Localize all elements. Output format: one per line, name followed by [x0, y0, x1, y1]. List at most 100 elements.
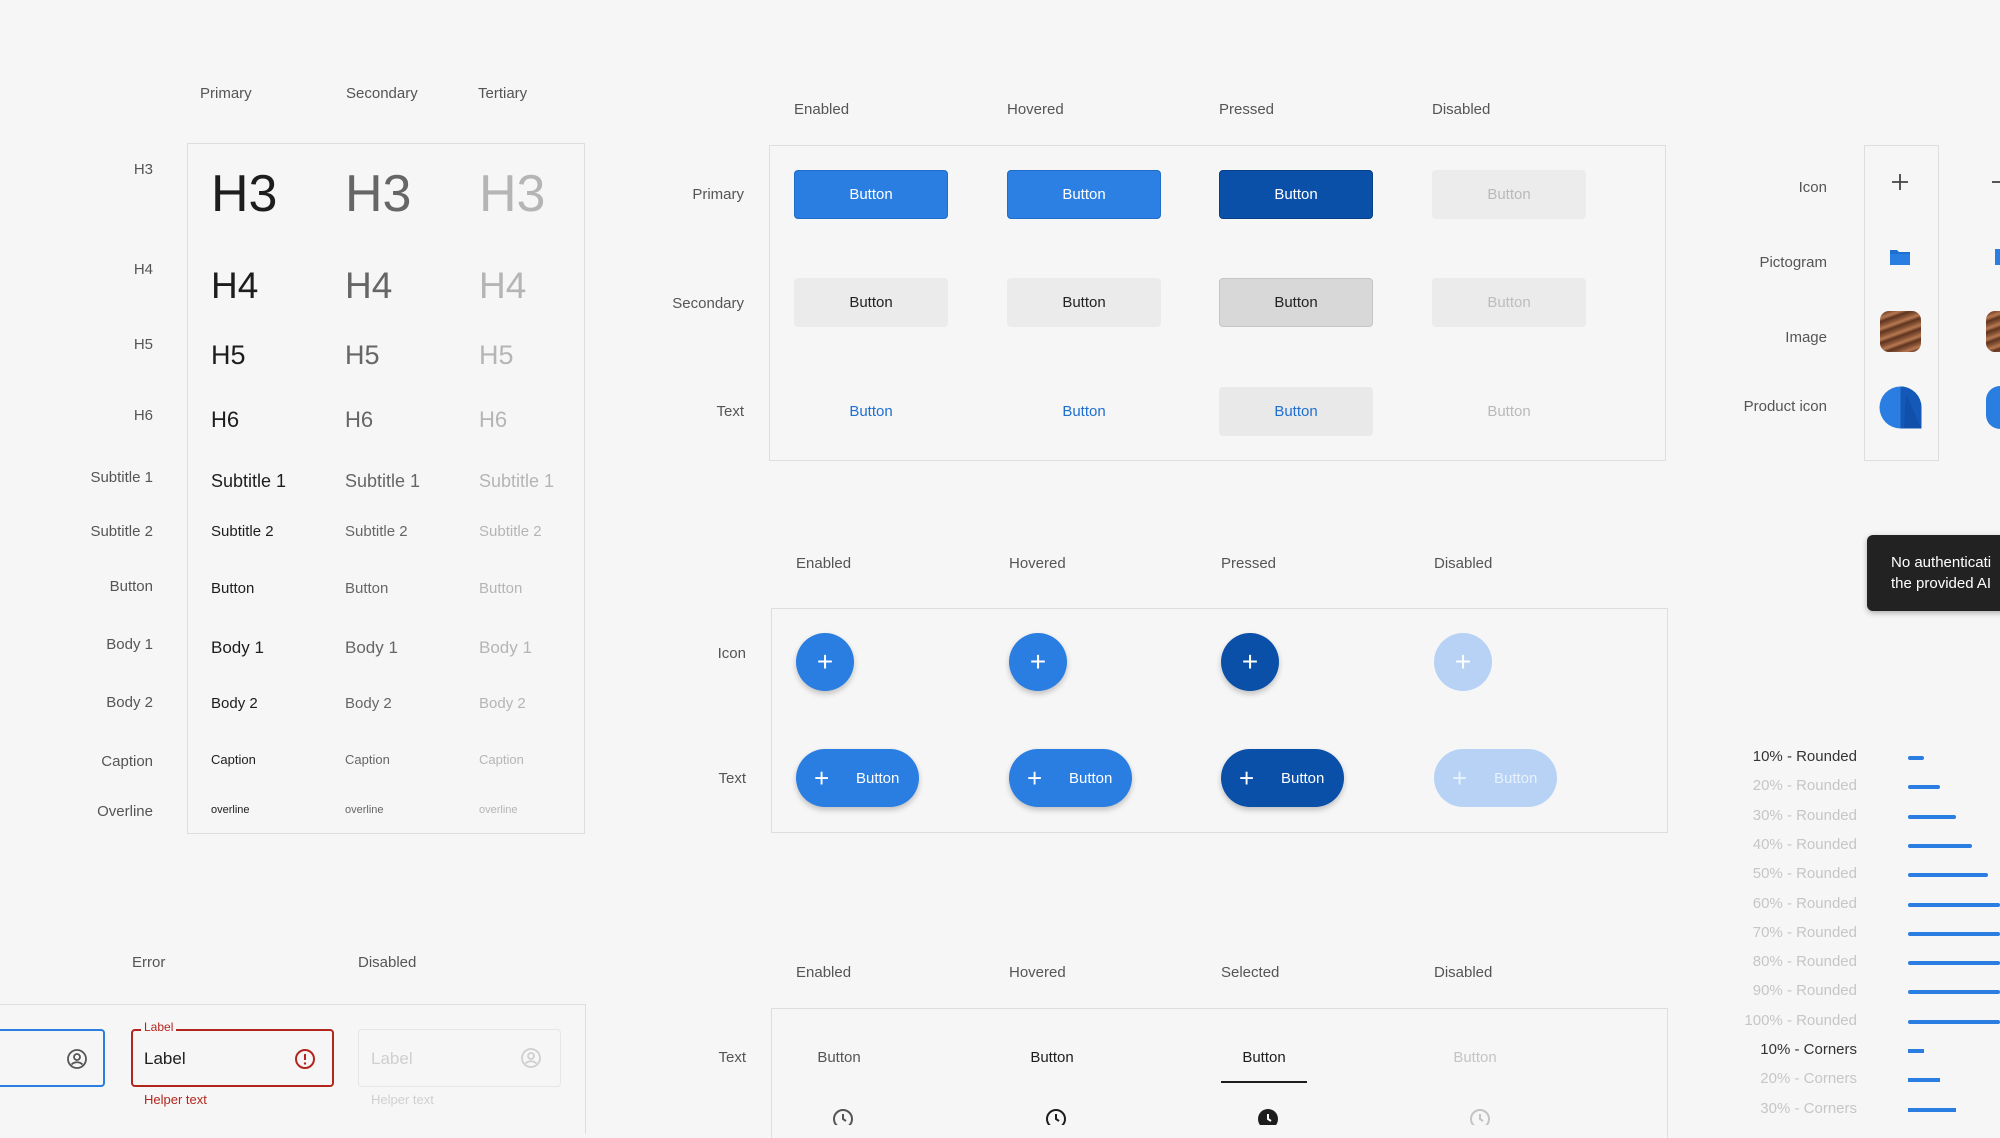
secondary-button-pressed[interactable]: Button: [1219, 278, 1373, 327]
fab-state-disabled: Disabled: [1434, 555, 1493, 572]
progress-bar: [1908, 1107, 1956, 1112]
icon-row-product-icon: Product icon: [1743, 398, 1827, 415]
field-state-error: Error: [132, 954, 166, 971]
text-field-error[interactable]: Label Label: [131, 1020, 334, 1087]
sample-caption-secondary: Caption: [345, 752, 390, 767]
sample-h3-primary: H3: [211, 165, 278, 223]
plus-icon: [1892, 174, 1908, 190]
extended-fab-label: Button: [1069, 769, 1113, 787]
text-button-pressed[interactable]: Button: [1219, 387, 1373, 436]
primary-button-enabled[interactable]: Button: [794, 170, 948, 219]
row-label-subtitle1: Subtitle 1: [90, 469, 153, 486]
clock-icon: [833, 1109, 853, 1125]
sample-caption-tertiary: Caption: [479, 752, 524, 767]
sample-button-primary: Button: [211, 580, 255, 597]
progress-bar: [1908, 902, 2000, 907]
text-field-disabled-helper: Helper text: [371, 1092, 434, 1107]
secondary-button-enabled[interactable]: Button: [794, 278, 948, 327]
error-icon: [295, 1049, 315, 1069]
extended-fab-hovered[interactable]: + Button: [1009, 749, 1132, 807]
sample-h5-tertiary: H5: [479, 340, 514, 370]
progress-label: 80% - Rounded: [1752, 953, 1857, 971]
progress-bar: [1908, 961, 2000, 966]
fab-enabled[interactable]: +: [796, 633, 854, 691]
extended-fab-disabled: + Button: [1434, 749, 1557, 807]
btn-state-enabled: Enabled: [794, 101, 850, 118]
progress-bar: [1908, 873, 1988, 878]
primary-button-hovered[interactable]: Button: [1007, 170, 1161, 219]
tab-selected[interactable]: Button: [1219, 1049, 1309, 1066]
sample-subtitle1-primary: Subtitle 1: [211, 471, 287, 491]
plus-icon: +: [1029, 646, 1047, 677]
row-label-h3: H3: [133, 161, 153, 178]
progress-bar: [1908, 931, 2000, 936]
extended-fab-enabled[interactable]: + Button: [796, 749, 919, 807]
text-button-enabled[interactable]: Button: [794, 387, 948, 436]
progress-bar: [1908, 814, 1956, 819]
sample-body2-primary: Body 2: [211, 695, 258, 712]
fab-row-icon: Icon: [717, 645, 746, 662]
sample-subtitle1-secondary: Subtitle 1: [345, 471, 421, 491]
plus-icon: +: [814, 763, 830, 793]
progress-label: 20% - Rounded: [1752, 777, 1857, 795]
row-label-h4: H4: [133, 261, 153, 278]
tab-selected-indicator: [1221, 1081, 1307, 1083]
fab-state-hovered: Hovered: [1009, 555, 1066, 572]
sample-overline-primary: overline: [211, 804, 250, 816]
plus-icon: +: [816, 646, 834, 677]
progress-bar: [1908, 990, 2000, 995]
icon-row-pictogram: Pictogram: [1759, 254, 1827, 271]
folder-pictogram-icon: [1890, 250, 1910, 265]
sample-h4-secondary: H4: [345, 265, 393, 306]
col-header-secondary: Secondary: [346, 85, 418, 102]
plus-icon: +: [1241, 646, 1259, 677]
tab-state-selected: Selected: [1221, 964, 1280, 981]
clock-icon: [1470, 1109, 1490, 1125]
tooltip: No authenticati the provided AI: [1867, 535, 2000, 611]
product-icon: [1986, 386, 2000, 429]
tab-hovered[interactable]: Button: [1007, 1049, 1097, 1066]
row-label-caption: Caption: [101, 753, 153, 770]
plus-icon: +: [1239, 763, 1255, 793]
fab-pressed[interactable]: +: [1221, 633, 1279, 691]
fab-hovered[interactable]: +: [1009, 633, 1067, 691]
tab-enabled[interactable]: Button: [794, 1049, 884, 1066]
sample-h3-tertiary: H3: [479, 165, 546, 223]
sample-h6-secondary: H6: [345, 407, 374, 432]
tab-state-disabled: Disabled: [1434, 964, 1493, 981]
sample-overline-tertiary: overline: [479, 804, 518, 816]
text-field-error-helper: Helper text: [144, 1092, 207, 1107]
sample-caption-primary: Caption: [211, 752, 256, 767]
row-label-h6: H6: [133, 407, 153, 424]
progress-label: 90% - Rounded: [1752, 982, 1857, 1000]
secondary-button-hovered[interactable]: Button: [1007, 278, 1161, 327]
row-label-button: Button: [109, 578, 153, 595]
wood-image: [1986, 311, 2000, 352]
sample-body1-tertiary: Body 1: [479, 638, 532, 657]
primary-button-pressed[interactable]: Button: [1219, 170, 1373, 219]
text-field-error-label: Label: [141, 1020, 177, 1034]
progress-label: 10% - Rounded: [1752, 748, 1857, 765]
sample-subtitle2-primary: Subtitle 2: [211, 523, 274, 540]
extended-fab-pressed[interactable]: + Button: [1221, 749, 1344, 807]
secondary-button-disabled: Button: [1432, 278, 1586, 327]
sample-body1-secondary: Body 1: [345, 638, 398, 657]
text-button-disabled: Button: [1487, 403, 1531, 420]
sample-subtitle2-secondary: Subtitle 2: [345, 523, 408, 540]
progress-label: 30% - Corners: [1760, 1099, 1857, 1117]
progress-bar: [1908, 1078, 1940, 1083]
text-field-error-value: Label: [144, 1049, 186, 1068]
sample-h4-primary: H4: [211, 265, 259, 306]
text-button-hovered[interactable]: Button: [1007, 387, 1161, 436]
sample-subtitle1-tertiary: Subtitle 1: [479, 471, 555, 491]
progress-label: 60% - Rounded: [1752, 894, 1857, 912]
text-field-focused[interactable]: [0, 1029, 105, 1087]
progress-label: 100% - Rounded: [1744, 1011, 1857, 1029]
tab-disabled: Button: [1453, 1049, 1497, 1066]
field-state-disabled: Disabled: [358, 954, 417, 971]
btn-row-primary: Primary: [692, 186, 744, 203]
plus-icon: [1992, 181, 2000, 183]
col-header-tertiary: Tertiary: [478, 85, 528, 102]
btn-row-text: Text: [716, 403, 744, 420]
account-circle-icon: [521, 1048, 541, 1068]
